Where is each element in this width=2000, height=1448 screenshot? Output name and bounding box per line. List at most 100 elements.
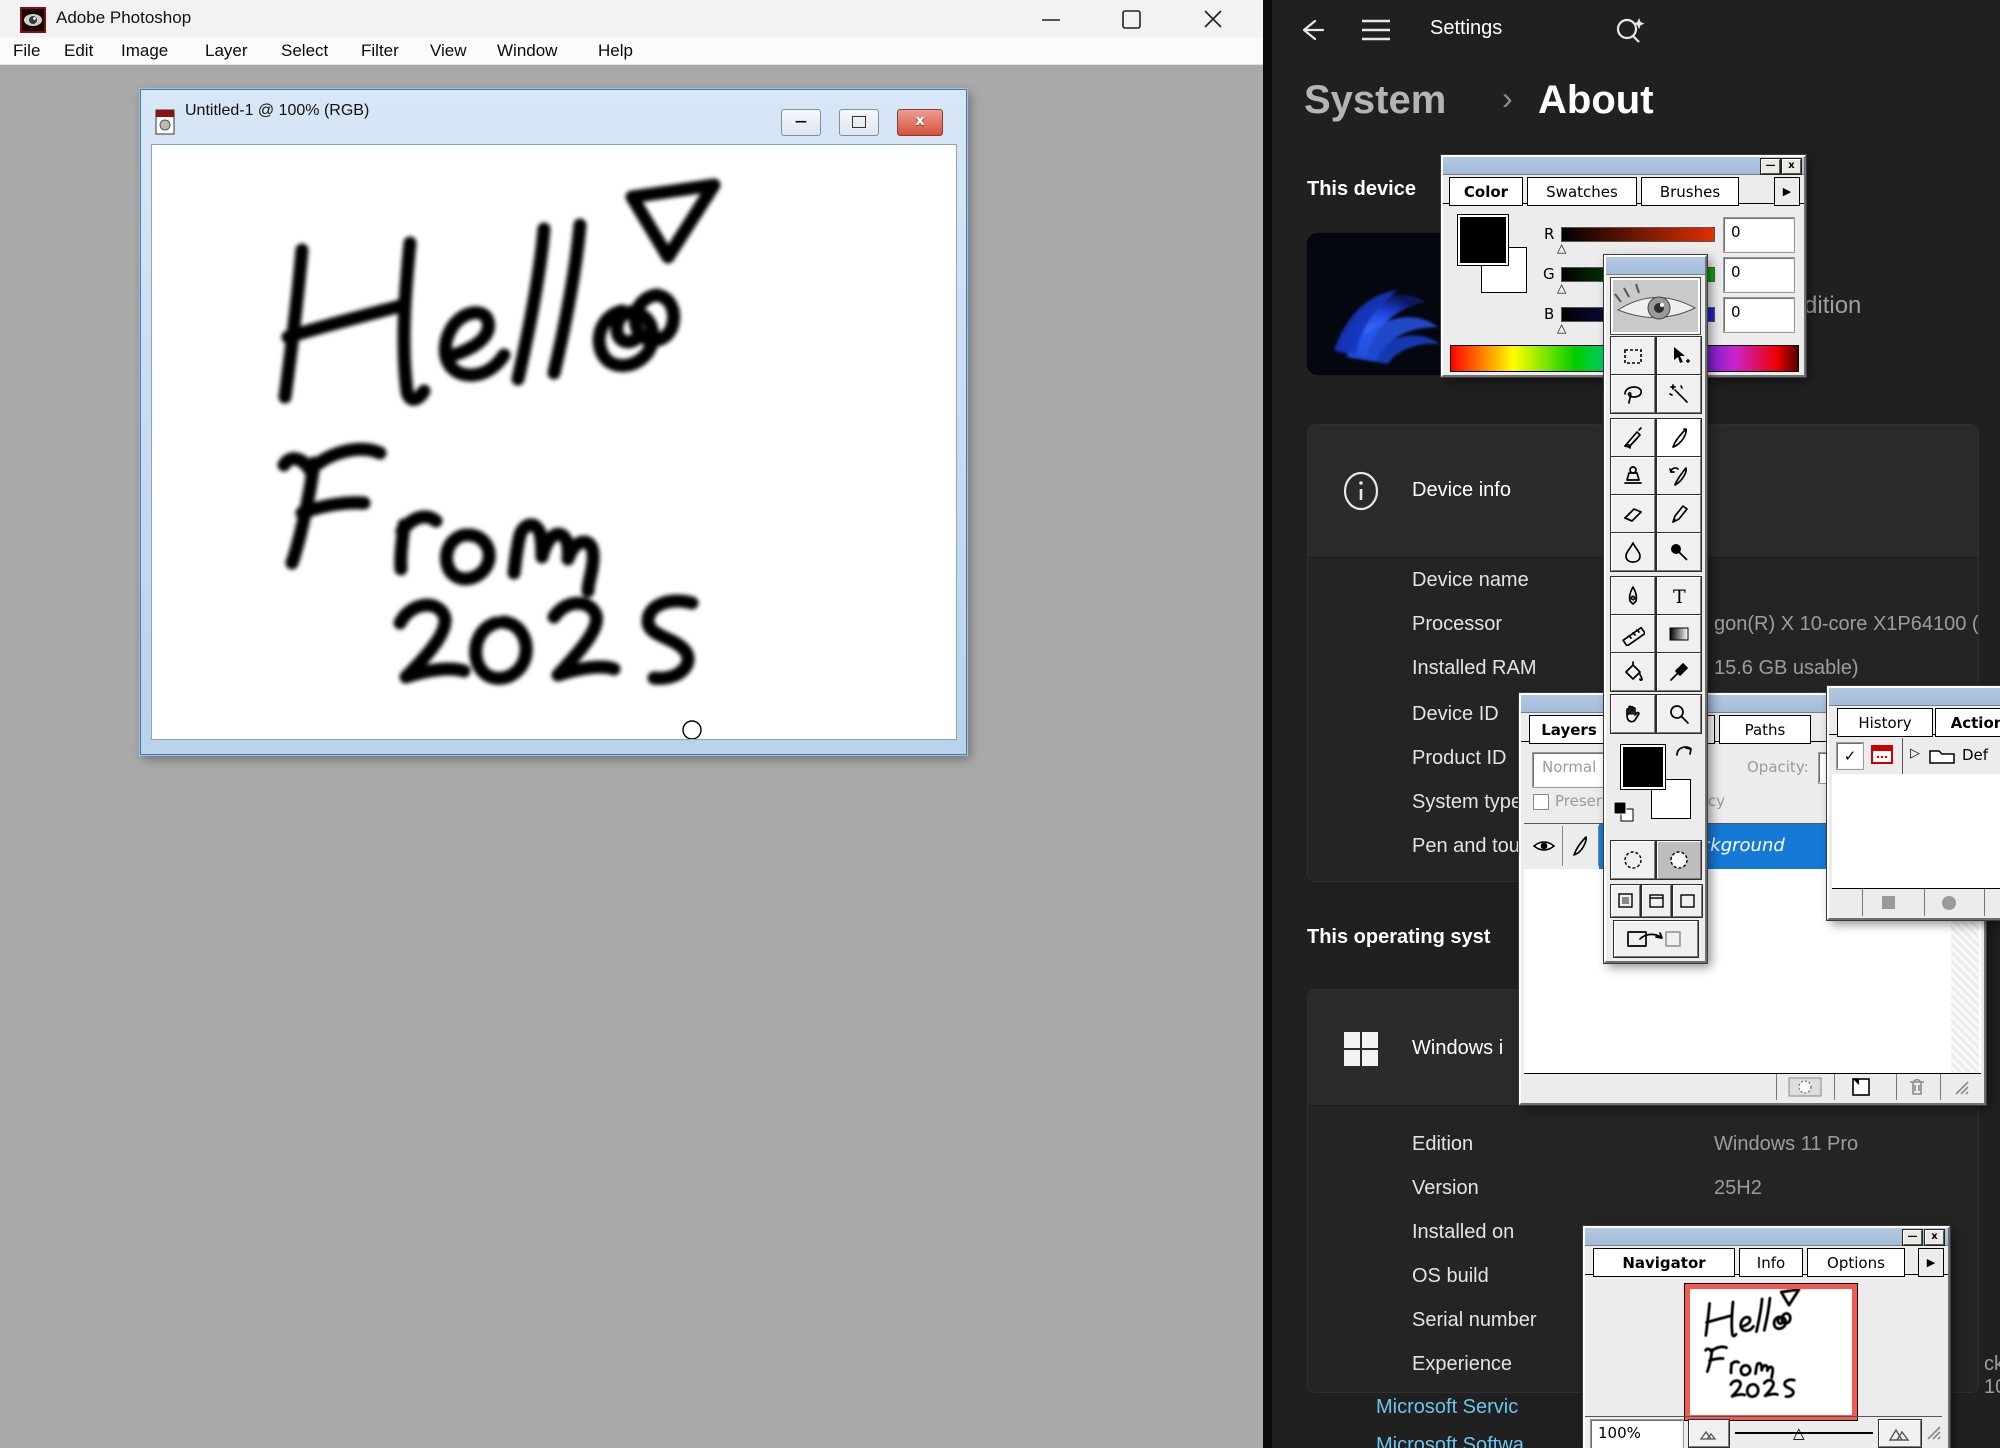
tool-blur[interactable] <box>1611 533 1655 571</box>
link-microsoft-services[interactable]: Microsoft Servic <box>1376 1396 1518 1419</box>
photoshop-titlebar[interactable]: Adobe Photoshop <box>0 0 1263 38</box>
tool-clone-stamp[interactable] <box>1611 457 1655 495</box>
value-b[interactable]: 0 <box>1724 298 1794 332</box>
slider-b-thumb[interactable]: △ <box>1557 321 1566 335</box>
menu-help[interactable]: Help <box>598 41 633 61</box>
action-dialog-toggle[interactable] <box>1870 744 1896 766</box>
doc-minimize-button[interactable]: — <box>781 109 821 136</box>
palette-menu-arrow[interactable]: ▶ <box>1918 1248 1944 1277</box>
tab-options[interactable]: Options <box>1807 1248 1905 1277</box>
doc-restore-button[interactable] <box>839 109 879 136</box>
close-button[interactable] <box>1200 8 1226 32</box>
tool-hand[interactable] <box>1611 695 1655 733</box>
toolbox-color-control[interactable] <box>1611 739 1699 831</box>
action-check-toggle[interactable]: ✓ <box>1837 743 1863 769</box>
breadcrumb-parent[interactable]: System <box>1304 78 1446 123</box>
layer-active-cell[interactable] <box>1562 826 1599 866</box>
slider-r[interactable] <box>1561 227 1715 242</box>
slider-r-thumb[interactable]: △ <box>1557 241 1566 255</box>
zoom-in-button[interactable] <box>1879 1420 1921 1447</box>
toolbox-foreground-swatch[interactable] <box>1621 745 1665 789</box>
tool-dodge[interactable] <box>1657 533 1701 571</box>
history-actions-palette[interactable]: History Actions ✓ ▷ Def <box>1827 686 2000 920</box>
standard-mode-button[interactable] <box>1611 841 1655 879</box>
tool-paintbrush[interactable] <box>1657 419 1701 457</box>
resize-grip-icon[interactable] <box>1925 1422 1943 1442</box>
tab-navigator[interactable]: Navigator <box>1593 1248 1735 1277</box>
menu-image[interactable]: Image <box>121 41 168 61</box>
tool-gradient[interactable] <box>1657 615 1701 653</box>
expander-arrow-icon[interactable]: ▷ <box>1910 746 1920 761</box>
screen-mode-standard-button[interactable] <box>1611 885 1640 917</box>
zoom-out-button[interactable] <box>1689 1420 1729 1447</box>
tab-swatches[interactable]: Swatches <box>1527 177 1637 206</box>
tool-history-brush[interactable] <box>1657 457 1701 495</box>
navigator-slider-thumb[interactable]: △ <box>1793 1424 1805 1442</box>
menu-file[interactable]: File <box>13 41 40 61</box>
maximize-button[interactable] <box>1118 8 1144 32</box>
history-titlebar[interactable] <box>1829 688 2000 706</box>
tool-measure[interactable] <box>1611 615 1655 653</box>
tool-type[interactable]: T <box>1657 577 1701 615</box>
menu-window[interactable]: Window <box>497 41 557 61</box>
palette-close-icon[interactable]: x <box>1925 1230 1944 1245</box>
tab-info[interactable]: Info <box>1739 1248 1803 1277</box>
tab-paths[interactable]: Paths <box>1719 715 1811 744</box>
tab-layers[interactable]: Layers <box>1529 715 1609 744</box>
search-sparkle-icon[interactable] <box>1612 12 1648 48</box>
palette-minimize-icon[interactable]: — <box>1761 159 1780 174</box>
tool-magic-wand[interactable] <box>1657 375 1701 413</box>
tool-eraser[interactable] <box>1611 495 1655 533</box>
tool-eyedropper[interactable] <box>1657 653 1701 691</box>
back-icon[interactable] <box>1296 15 1326 45</box>
slider-g-thumb[interactable]: △ <box>1557 281 1566 295</box>
menu-view[interactable]: View <box>430 41 467 61</box>
navigator-zoom-field[interactable]: 100% <box>1591 1420 1683 1448</box>
tool-pen[interactable] <box>1611 577 1655 615</box>
tool-airbrush[interactable] <box>1611 419 1655 457</box>
toolbox-palette[interactable]: T <box>1604 255 1707 963</box>
resize-grip-icon[interactable] <box>1952 1078 1972 1096</box>
menu-select[interactable]: Select <box>281 41 328 61</box>
menu-filter[interactable]: Filter <box>361 41 399 61</box>
add-mask-icon[interactable] <box>1788 1077 1822 1097</box>
tab-brushes[interactable]: Brushes <box>1641 177 1739 206</box>
palette-menu-arrow[interactable]: ▶ <box>1774 177 1800 206</box>
color-palette-titlebar[interactable]: — x <box>1443 157 1804 175</box>
stop-icon[interactable] <box>1882 896 1895 909</box>
tab-history[interactable]: History <box>1837 708 1933 737</box>
menu-edit[interactable]: Edit <box>64 41 93 61</box>
swap-colors-icon[interactable] <box>1673 741 1697 763</box>
tool-paint-bucket[interactable] <box>1611 653 1655 691</box>
palette-minimize-icon[interactable]: — <box>1903 1230 1922 1245</box>
document-window[interactable]: Untitled-1 @ 100% (RGB) — x <box>140 89 967 755</box>
doc-close-button[interactable]: x <box>897 109 943 136</box>
foreground-color-swatch[interactable] <box>1458 215 1508 265</box>
preserve-transparency-checkbox[interactable] <box>1533 794 1549 810</box>
screen-mode-fullscreen-menubar-button[interactable] <box>1642 885 1671 917</box>
tool-pencil[interactable] <box>1657 495 1701 533</box>
minimize-button[interactable] <box>1038 8 1064 32</box>
tool-move[interactable] <box>1657 337 1701 375</box>
trash-icon[interactable] <box>1906 1076 1928 1098</box>
default-colors-icon[interactable] <box>1611 799 1637 825</box>
value-g[interactable]: 0 <box>1724 258 1794 292</box>
value-r[interactable]: 0 <box>1724 218 1794 252</box>
navigator-viewbox[interactable] <box>1685 1284 1857 1420</box>
tab-color[interactable]: Color <box>1449 177 1523 206</box>
tool-lasso[interactable] <box>1611 375 1655 413</box>
hamburger-menu-icon[interactable] <box>1360 17 1394 43</box>
tab-actions[interactable]: Actions <box>1935 708 2000 737</box>
layer-visibility-cell[interactable] <box>1526 826 1563 866</box>
navigator-palette[interactable]: — x Navigator Info Options ▶ 100% △ <box>1583 1226 1950 1448</box>
canvas[interactable] <box>151 144 957 740</box>
navigator-titlebar[interactable]: — x <box>1585 1228 1948 1246</box>
tool-zoom[interactable] <box>1657 695 1701 733</box>
jump-to-imageready-button[interactable] <box>1614 921 1698 957</box>
action-set-row[interactable]: ✓ ▷ Def <box>1832 738 2000 775</box>
palette-close-icon[interactable]: x <box>1782 159 1801 174</box>
tool-rectangular-marquee[interactable] <box>1611 337 1655 375</box>
quick-mask-mode-button[interactable] <box>1657 841 1701 879</box>
record-icon[interactable] <box>1942 896 1956 910</box>
new-layer-icon[interactable] <box>1850 1076 1874 1098</box>
